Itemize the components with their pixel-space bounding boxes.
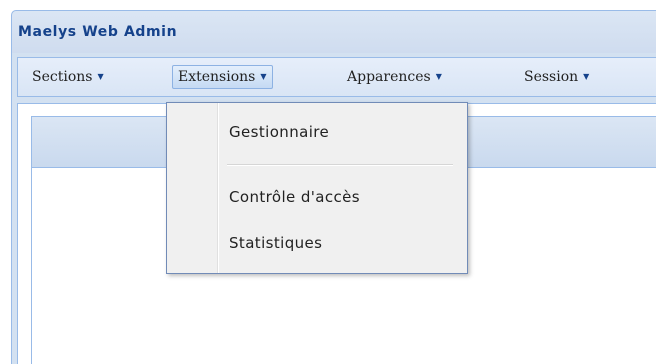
menu-extensions[interactable]: Extensions ▼	[172, 65, 273, 89]
menu-icon-gutter	[217, 103, 219, 273]
window-title: Maelys Web Admin	[18, 24, 178, 40]
menu-apparences[interactable]: Apparences ▼	[342, 65, 447, 89]
menu-session-label: Session	[524, 69, 579, 85]
menu-item-statistiques[interactable]: Statistiques	[229, 234, 322, 252]
menu-apparences-label: Apparences	[347, 69, 431, 85]
menu-sections[interactable]: Sections ▼	[27, 65, 109, 89]
extensions-dropdown-menu: Gestionnaire Contrôle d'accès Statistiqu…	[166, 102, 468, 274]
page: Maelys Web Admin Sections ▼ Extensions ▼ A…	[0, 0, 656, 364]
menu-extensions-label: Extensions	[178, 69, 256, 85]
menu-separator	[227, 164, 453, 166]
chevron-down-icon: ▼	[260, 72, 267, 81]
window-titlebar: Maelys Web Admin	[12, 11, 656, 53]
chevron-down-icon: ▼	[435, 72, 442, 81]
menu-item-controle-acces[interactable]: Contrôle d'accès	[229, 188, 360, 206]
menu-bar: Sections ▼ Extensions ▼ Apparences ▼ Sessio…	[17, 57, 656, 97]
menu-item-gestionnaire[interactable]: Gestionnaire	[229, 123, 329, 141]
chevron-down-icon: ▼	[97, 72, 104, 81]
chevron-down-icon: ▼	[583, 72, 590, 81]
menu-session[interactable]: Session ▼	[519, 65, 594, 89]
menu-sections-label: Sections	[32, 69, 93, 85]
